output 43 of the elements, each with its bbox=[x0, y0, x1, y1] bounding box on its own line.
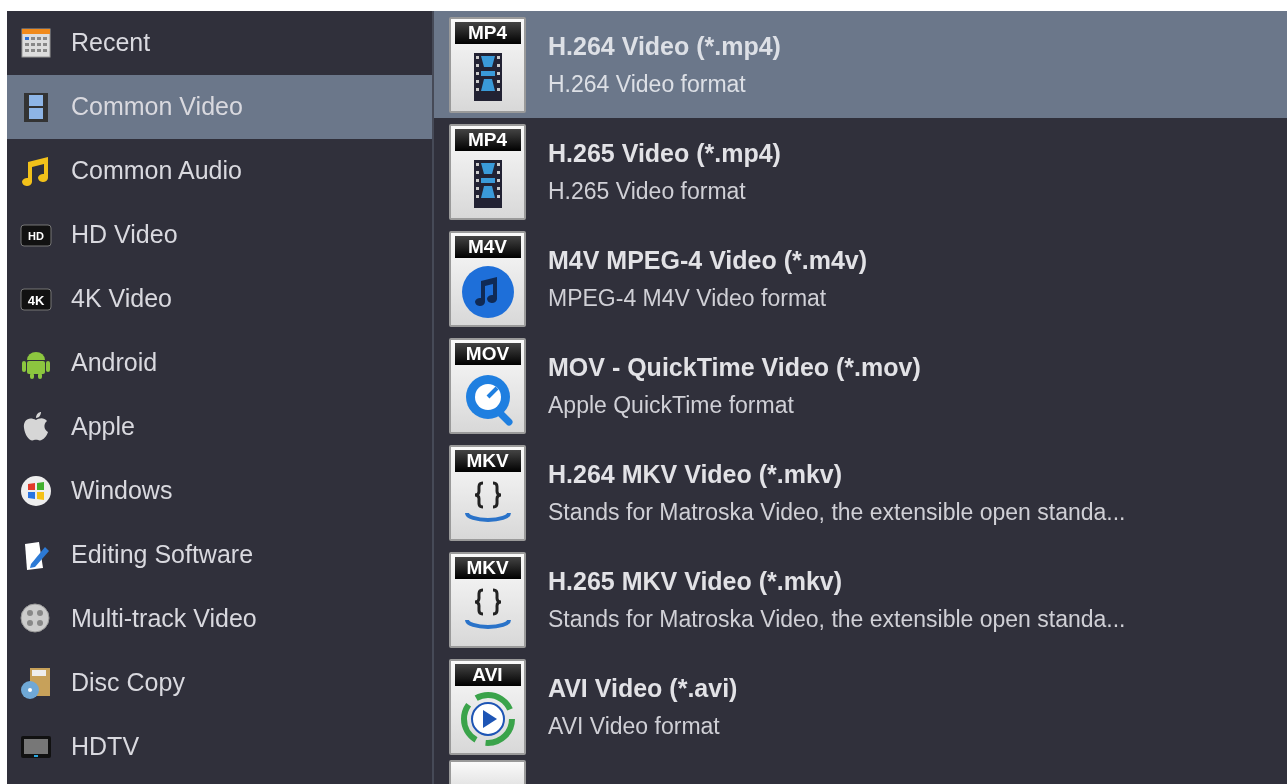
category-item[interactable]: Apple bbox=[7, 395, 432, 459]
format-title: H.264 MKV Video (*.mkv) bbox=[548, 458, 844, 489]
format-tag: M4V bbox=[454, 235, 521, 258]
format-title: H.265 Video (*.mp4) bbox=[548, 137, 781, 168]
disc-box-icon bbox=[19, 666, 53, 700]
format-item[interactable]: MKV H.264 MKV Video (*.mkv) Stands for Matroska Video, the extensible open standa... bbox=[434, 439, 1287, 546]
format-title: H.265 MKV Video (*.mkv) bbox=[548, 565, 844, 596]
format-title: H.264 Video (*.mp4) bbox=[548, 30, 781, 61]
format-title: M4V MPEG-4 Video (*.m4v) bbox=[548, 244, 868, 275]
format-description: Stands for Matroska Video, the extensible open standa... bbox=[548, 498, 1126, 527]
category-item[interactable]: Disc Copy bbox=[7, 651, 432, 715]
format-tag: MKV bbox=[454, 556, 521, 579]
category-item[interactable]: HDTV bbox=[7, 715, 432, 779]
category-item[interactable]: Common Audio bbox=[7, 139, 432, 203]
format-item[interactable]: AVI AVI Video (*.avi) AVI Video format bbox=[434, 653, 1287, 760]
format-item[interactable]: MKV H.265 MKV Video (*.mkv) Stands for Matroska Video, the extensible open standa... bbox=[434, 546, 1287, 653]
format-description: H.265 Video format bbox=[548, 177, 747, 206]
windows-logo-icon bbox=[19, 474, 53, 508]
format-description: AVI Video format bbox=[548, 712, 721, 741]
format-tag: MP4 bbox=[454, 21, 521, 44]
format-tag: MKV bbox=[454, 449, 521, 472]
category-item[interactable]: Android bbox=[7, 331, 432, 395]
category-item[interactable]: Windows bbox=[7, 459, 432, 523]
format-item[interactable]: MP4 H.264 Video (*.mp4) H.264 Video format bbox=[434, 11, 1287, 118]
format-item[interactable]: MOV MOV - QuickTime Video (*.mov) Apple QuickTime format bbox=[434, 332, 1287, 439]
format-item[interactable]: MP4 H.265 Video (*.mp4) H.265 Video format bbox=[434, 118, 1287, 225]
format-tag: AVI bbox=[454, 663, 521, 686]
format-description: Apple QuickTime format bbox=[548, 391, 795, 420]
format-tag: MP4 bbox=[454, 128, 521, 151]
format-description: MPEG-4 M4V Video format bbox=[548, 284, 828, 313]
format-description: H.264 Video format bbox=[548, 70, 747, 99]
format-item[interactable]: M4V M4V MPEG-4 Video (*.m4v) MPEG-4 M4V Video format bbox=[434, 225, 1287, 332]
format-description: Stands for Matroska Video, the extensible open standa... bbox=[548, 605, 1126, 634]
category-item[interactable]: Editing Software bbox=[7, 523, 432, 587]
category-item[interactable]: HD HD Video bbox=[7, 203, 432, 267]
calendar-icon bbox=[19, 26, 53, 60]
category-item[interactable]: 4K 4K Video bbox=[7, 267, 432, 331]
film-reel-icon bbox=[19, 602, 53, 636]
format-title: AVI Video (*.avi) bbox=[548, 672, 738, 703]
format-tag: MOV bbox=[454, 342, 521, 365]
format-title: MOV - QuickTime Video (*.mov) bbox=[548, 351, 921, 382]
category-item[interactable]: Multi-track Video bbox=[7, 587, 432, 651]
category-item[interactable]: Recent bbox=[7, 11, 432, 75]
